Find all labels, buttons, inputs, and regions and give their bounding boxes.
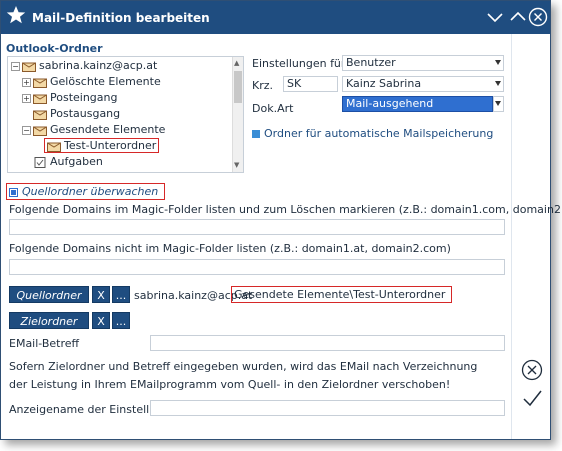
tree-item-test-subfolder[interactable]: Test-Unterordner — [44, 138, 160, 154]
source-path: Gesendete Elemente\Test-Unterordner — [231, 286, 453, 303]
subject-field[interactable] — [150, 335, 505, 351]
collapse-icon[interactable]: − — [11, 61, 20, 71]
tree-item-label: Gelöschte Elemente — [50, 75, 161, 88]
section-title-outlook: Outlook-Ordner — [6, 42, 103, 55]
window-title: Mail-Definition bearbeiten — [32, 11, 210, 25]
mail-folder-icon — [33, 94, 47, 104]
info-line-1: Sofern Zielordner und Betreff eingegeben… — [9, 360, 478, 373]
tree-item-sent[interactable]: − Gesendete Elemente — [22, 122, 165, 138]
chevron-down-icon — [495, 60, 501, 65]
source-clear-button[interactable]: X — [92, 286, 110, 303]
star-icon — [6, 6, 26, 24]
tree-item-tasks[interactable]: Aufgaben — [33, 154, 103, 170]
person-select[interactable]: Kainz Sabrina — [342, 76, 504, 92]
tree-item-label: Gesendete Elemente — [50, 123, 166, 136]
chevron-down-icon — [495, 101, 501, 106]
dokart-dropdown-button[interactable] — [493, 96, 504, 112]
mail-folder-icon — [33, 126, 47, 136]
auto-save-label: Ordner für automatische Mailspeicherung — [264, 127, 494, 140]
tasks-icon — [34, 156, 46, 168]
domains-skip-field[interactable] — [9, 259, 505, 275]
dokart-label: Dok.Art — [252, 102, 294, 115]
close-circle-icon[interactable] — [528, 7, 548, 27]
scroll-up-icon[interactable]: ▲ — [234, 59, 239, 67]
info-line-2: der Leistung in Ihrem EMailprogramm vom … — [9, 378, 451, 391]
auto-save-option[interactable]: Ordner für automatische Mailspeicherung — [252, 127, 493, 140]
selected-folder-highlight: Test-Unterordner — [44, 138, 160, 153]
domains-skip-label: Folgende Domains nicht im Magic-Folder l… — [9, 242, 451, 255]
auto-save-square-icon — [252, 130, 260, 138]
domains-mark-field[interactable] — [9, 219, 505, 235]
monitor-source-checkbox[interactable]: Quellordner überwachen — [6, 183, 166, 200]
dokart-value: Mail-ausgehend — [346, 97, 434, 110]
cancel-circle-icon[interactable] — [521, 359, 543, 381]
mail-folder-icon — [33, 78, 47, 88]
tree-item-root[interactable]: − sabrina.kainz@acp.at — [11, 58, 157, 74]
dokart-select[interactable]: Mail-ausgehend — [342, 96, 493, 112]
expand-icon[interactable]: + — [22, 93, 31, 103]
scroll-down-icon[interactable]: ▼ — [234, 161, 239, 169]
tree-item-label: Aufgaben — [50, 155, 103, 168]
target-browse-button[interactable]: ... — [112, 312, 130, 329]
tree-item-label: sabrina.kainz@acp.at — [39, 59, 158, 72]
scroll-thumb[interactable] — [234, 71, 242, 103]
collapse-icon[interactable]: − — [22, 125, 31, 135]
folder-tree[interactable]: − sabrina.kainz@acp.at + Gelöschte Element… — [7, 56, 244, 173]
expand-icon[interactable]: + — [22, 77, 31, 87]
tree-item-label: Test-Unterordner — [64, 139, 157, 152]
tree-item-deleted[interactable]: + Gelöschte Elemente — [22, 74, 161, 90]
person-value: Kainz Sabrina — [346, 77, 422, 90]
domains-mark-label: Folgende Domains im Magic-Folder listen … — [9, 203, 562, 216]
source-browse-button[interactable]: ... — [112, 286, 130, 303]
target-clear-button[interactable]: X — [92, 312, 110, 329]
mail-definition-dialog: Mail-Definition bearbeiten Outlook-Ordne… — [0, 0, 562, 440]
source-folder-button[interactable]: Quellordner — [9, 286, 89, 303]
check-icon[interactable] — [521, 387, 543, 409]
subject-label: EMail-Betreff — [9, 337, 80, 350]
display-name-field[interactable] — [150, 400, 505, 416]
tree-item-label: Posteingang — [50, 91, 118, 104]
einstellungen-label: Einstellungen für — [252, 57, 346, 70]
display-name-label: Anzeigename der Einstellung — [9, 403, 171, 416]
chevron-up-icon[interactable] — [508, 7, 528, 27]
chevron-down-icon — [495, 81, 501, 86]
monitor-source-label: Quellordner überwachen — [22, 185, 159, 198]
mail-folder-icon — [22, 62, 36, 72]
mail-folder-icon — [33, 110, 47, 120]
title-bar: Mail-Definition bearbeiten — [1, 1, 550, 34]
krz-label: Krz. — [252, 79, 274, 92]
einstellungen-value: Benutzer — [346, 56, 396, 69]
krz-field[interactable]: SK — [283, 76, 338, 92]
target-folder-button[interactable]: Zielordner — [9, 312, 89, 329]
mail-folder-icon — [47, 142, 61, 152]
tree-item-label: Postausgang — [50, 107, 121, 120]
einstellungen-select[interactable]: Benutzer — [342, 55, 504, 71]
chevron-down-icon[interactable] — [485, 7, 505, 27]
tree-item-inbox[interactable]: + Posteingang — [22, 90, 118, 106]
tree-item-outbox[interactable]: Postausgang — [33, 106, 120, 122]
tree-scrollbar[interactable]: ▲ ▼ — [232, 57, 243, 172]
checkbox-checked-icon[interactable] — [9, 187, 18, 197]
